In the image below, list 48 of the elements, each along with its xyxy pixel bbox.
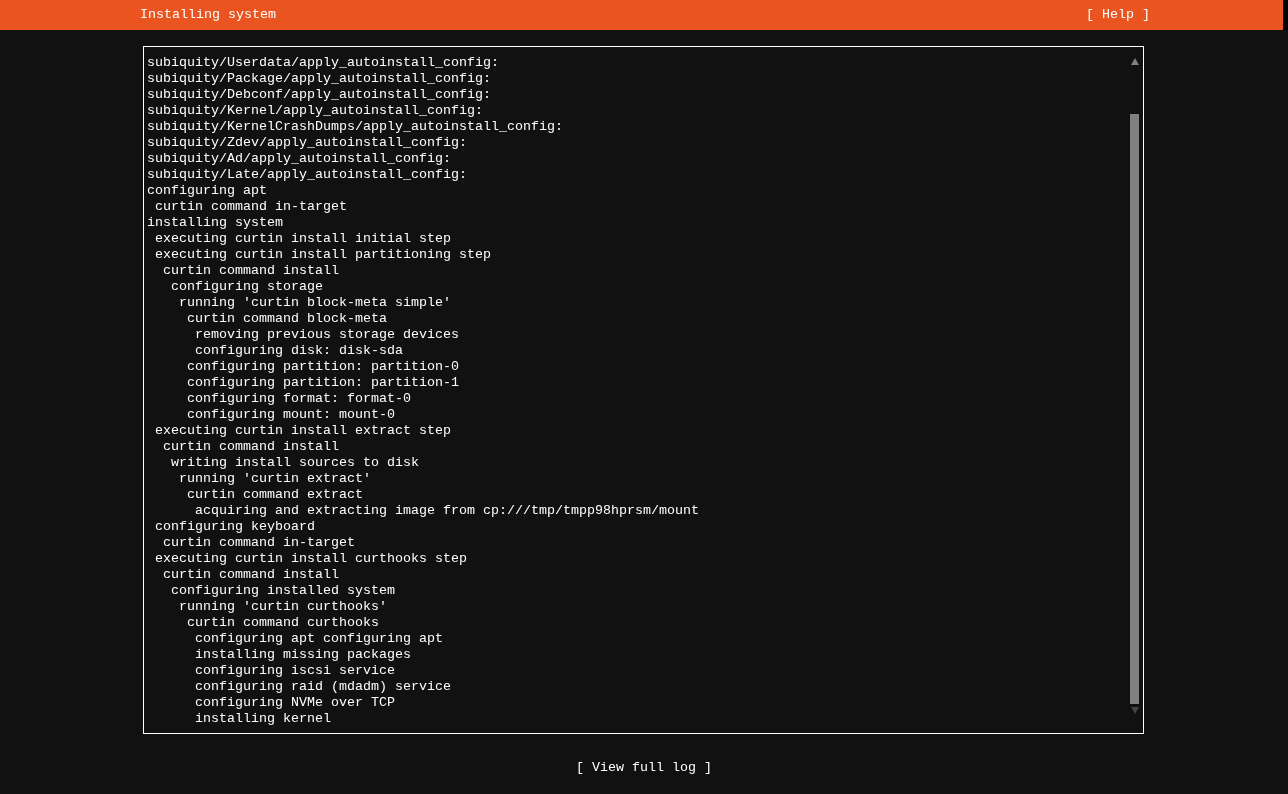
log-line: installing missing packages bbox=[195, 647, 411, 662]
log-line: curtin command block-meta bbox=[187, 311, 387, 326]
log-line: curtin command install bbox=[163, 439, 339, 454]
log-line: executing curtin install partitioning step bbox=[155, 247, 491, 262]
log-line: subiquity/Kernel/apply_autoinstall_config: bbox=[147, 103, 483, 118]
log-line: installing system bbox=[147, 215, 283, 230]
log-line: configuring format: format-0 bbox=[187, 391, 411, 406]
view-full-log-button[interactable]: [ View full log ] bbox=[576, 760, 712, 776]
log-line: curtin command install bbox=[163, 567, 339, 582]
log-line: subiquity/Zdev/apply_autoinstall_config: bbox=[147, 135, 467, 150]
screen-title: Installing system bbox=[140, 7, 276, 23]
log-line: subiquity/Ad/apply_autoinstall_config: bbox=[147, 151, 451, 166]
log-line: writing install sources to disk bbox=[171, 455, 419, 470]
log-line: curtin command in-target bbox=[163, 535, 355, 550]
log-line: subiquity/Late/apply_autoinstall_config: bbox=[147, 167, 467, 182]
log-line: subiquity/Userdata/apply_autoinstall_config: bbox=[147, 55, 499, 70]
log-line: configuring iscsi service bbox=[195, 663, 395, 678]
log-line: running 'curtin block-meta simple' bbox=[179, 295, 451, 310]
log-line: configuring disk: disk-sda bbox=[195, 343, 403, 358]
log-line: running 'curtin extract' bbox=[179, 471, 371, 486]
scrollbar-thumb[interactable] bbox=[1130, 114, 1139, 704]
scroll-up-icon[interactable] bbox=[1130, 58, 1139, 65]
log-line: configuring NVMe over TCP bbox=[195, 695, 395, 710]
log-line: installing kernel bbox=[195, 711, 331, 726]
log-line: configuring apt configuring apt bbox=[195, 631, 443, 646]
log-line: executing curtin install initial step bbox=[155, 231, 451, 246]
log-line: executing curtin install curthooks step bbox=[155, 551, 467, 566]
log-line: configuring mount: mount-0 bbox=[187, 407, 395, 422]
log-line: subiquity/KernelCrashDumps/apply_autoinstall_config: bbox=[147, 119, 563, 134]
log-line: curtin command install bbox=[163, 263, 339, 278]
log-line: acquiring and extracting image from cp:///tmp/tmpp98hprsm/mount bbox=[195, 503, 699, 518]
log-line: executing curtin install extract step bbox=[155, 423, 451, 438]
log-line: running 'curtin curthooks' bbox=[179, 599, 387, 614]
log-line: configuring keyboard bbox=[155, 519, 315, 534]
log-line: configuring partition: partition-0 bbox=[187, 359, 459, 374]
log-line: subiquity/Debconf/apply_autoinstall_config: bbox=[147, 87, 491, 102]
help-button[interactable]: [ Help ] bbox=[1086, 7, 1150, 23]
log-line: curtin command extract bbox=[187, 487, 363, 502]
scroll-down-icon[interactable] bbox=[1130, 707, 1139, 714]
log-line: configuring partition: partition-1 bbox=[187, 375, 459, 390]
log-line: configuring apt bbox=[147, 183, 267, 198]
log-line: removing previous storage devices bbox=[195, 327, 459, 342]
log-line: configuring storage bbox=[171, 279, 323, 294]
log-line: configuring installed system bbox=[171, 583, 395, 598]
log-line: curtin command curthooks bbox=[187, 615, 379, 630]
log-line: configuring raid (mdadm) service bbox=[195, 679, 451, 694]
log-line: curtin command in-target bbox=[155, 199, 347, 214]
log-line: subiquity/Package/apply_autoinstall_config: bbox=[147, 71, 491, 86]
